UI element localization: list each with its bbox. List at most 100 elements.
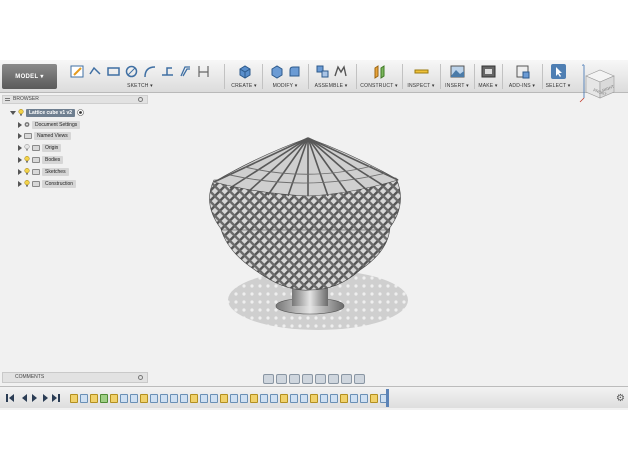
timeline-feature[interactable] — [200, 393, 208, 403]
toolbar-group-construct[interactable]: CONSTRUCT ▾ — [358, 60, 400, 93]
sketch-create-icon[interactable] — [70, 64, 85, 79]
measure-icon[interactable] — [414, 64, 429, 79]
timeline-feature[interactable] — [250, 393, 258, 403]
workspace-switcher[interactable]: MODEL ▾ — [2, 64, 57, 89]
toolbar-group-modify[interactable]: MODIFY ▾ — [264, 60, 306, 93]
toolbar-group-inspect[interactable]: INSPECT ▾ — [404, 60, 438, 93]
zoom-icon[interactable] — [302, 373, 313, 384]
timeline-feature[interactable] — [100, 393, 108, 403]
toolbar-group-make[interactable]: MAKE ▾ — [476, 60, 500, 93]
timeline-feature[interactable] — [230, 393, 238, 403]
grid-settings-icon[interactable] — [341, 373, 352, 384]
timeline-feature[interactable] — [310, 393, 318, 403]
collapse-icon[interactable] — [5, 98, 10, 101]
expand-arrow-icon[interactable] — [18, 168, 22, 175]
line-icon[interactable] — [88, 64, 103, 79]
project-icon[interactable] — [196, 64, 211, 79]
offset-icon[interactable] — [178, 64, 193, 79]
timeline-feature[interactable] — [350, 393, 358, 403]
toolbar-group-add-ins[interactable]: ADD-INS ▾ — [504, 60, 540, 93]
toolbar-group-assemble[interactable]: ASSEMBLE ▾ — [310, 60, 352, 93]
tree-root[interactable]: Lattice cube v1 v2 — [10, 108, 84, 117]
fillet-icon[interactable] — [287, 64, 302, 79]
visibility-bulb-icon[interactable] — [24, 156, 30, 163]
visibility-bulb-icon[interactable] — [18, 109, 24, 116]
timeline-feature[interactable] — [70, 393, 78, 403]
timeline-feature[interactable] — [320, 393, 328, 403]
toolbar-group-select[interactable]: SELECT ▾ — [544, 60, 572, 93]
lattice-model-viewport[interactable] — [200, 130, 430, 360]
timeline-marker[interactable] — [386, 389, 389, 407]
expand-arrow-icon[interactable] — [18, 121, 22, 128]
visibility-bulb-off-icon[interactable] — [24, 144, 30, 151]
tree-item-sketches[interactable]: Sketches — [18, 167, 69, 176]
timeline-feature[interactable] — [360, 393, 368, 403]
fit-icon[interactable] — [315, 373, 326, 384]
tree-item-origin[interactable]: Origin — [18, 143, 62, 152]
timeline-feature[interactable] — [140, 393, 148, 403]
play-icon[interactable] — [32, 394, 37, 402]
timeline-feature[interactable] — [150, 393, 158, 403]
pin-icon[interactable] — [138, 375, 143, 380]
step-previous-icon[interactable] — [22, 394, 27, 402]
offset-plane-icon[interactable] — [372, 64, 387, 79]
timeline-feature[interactable] — [160, 393, 168, 403]
go-to-start-icon[interactable] — [6, 394, 8, 402]
visibility-bulb-icon[interactable] — [24, 180, 30, 187]
circle-icon[interactable] — [124, 64, 139, 79]
look-at-icon[interactable] — [276, 373, 287, 384]
comments-panel[interactable]: COMMENTS — [2, 372, 148, 383]
document-name[interactable]: Lattice cube v1 v2 — [26, 108, 76, 117]
timeline-feature[interactable] — [120, 393, 128, 403]
visibility-bulb-icon[interactable] — [24, 168, 30, 175]
tree-item-document-settings[interactable]: Document Settings — [18, 120, 81, 129]
step-next-icon[interactable] — [43, 394, 48, 402]
display-settings-icon[interactable] — [328, 373, 339, 384]
orbit-icon[interactable] — [263, 373, 274, 384]
tree-item-named-views[interactable]: Named Views — [18, 131, 71, 140]
scripts-icon[interactable] — [515, 64, 530, 79]
3d-print-icon[interactable] — [481, 64, 496, 79]
step-forward-icon[interactable] — [52, 394, 57, 402]
expand-arrow-icon[interactable] — [10, 110, 16, 115]
tree-item-bodies[interactable]: Bodies — [18, 155, 64, 164]
pan-icon[interactable] — [289, 373, 300, 384]
timeline-feature[interactable] — [90, 393, 98, 403]
timeline-feature[interactable] — [280, 393, 288, 403]
step-back-icon[interactable] — [9, 394, 14, 402]
timeline-feature[interactable] — [220, 393, 228, 403]
timeline-feature[interactable] — [240, 393, 248, 403]
press-pull-icon[interactable] — [269, 64, 284, 79]
toolbar-group-create[interactable]: CREATE ▾ — [228, 60, 260, 93]
select-arrow-icon[interactable] — [550, 64, 566, 79]
timeline-feature[interactable] — [340, 393, 348, 403]
toolbar-group-insert[interactable]: INSERT ▾ — [442, 60, 472, 93]
timeline-feature[interactable] — [370, 393, 378, 403]
expand-arrow-icon[interactable] — [18, 156, 22, 163]
viewports-icon[interactable] — [354, 373, 365, 384]
timeline-feature[interactable] — [270, 393, 278, 403]
timeline-feature[interactable] — [180, 393, 188, 403]
insert-image-icon[interactable] — [450, 64, 465, 79]
gear-icon[interactable]: ⚙ — [616, 393, 625, 404]
viewcube[interactable]: FRONT RIGHT z — [578, 62, 622, 106]
expand-arrow-icon[interactable] — [18, 180, 22, 187]
timeline-feature[interactable] — [80, 393, 88, 403]
timeline-feature[interactable] — [190, 393, 198, 403]
expand-arrow-icon[interactable] — [18, 144, 22, 151]
rectangle-icon[interactable] — [106, 64, 121, 79]
extrude-box-icon[interactable] — [237, 64, 252, 79]
active-radio-icon[interactable] — [77, 109, 84, 116]
arc-icon[interactable] — [142, 64, 157, 79]
expand-arrow-icon[interactable] — [18, 132, 22, 139]
timeline-feature[interactable] — [110, 393, 118, 403]
timeline-feature[interactable] — [330, 393, 338, 403]
timeline-feature[interactable] — [260, 393, 268, 403]
timeline-feature[interactable] — [130, 393, 138, 403]
timeline-feature[interactable] — [290, 393, 298, 403]
browser-panel-header[interactable]: BROWSER — [2, 95, 148, 104]
tree-item-construction[interactable]: Construction — [18, 179, 77, 188]
joint-icon[interactable] — [333, 64, 348, 79]
pin-icon[interactable] — [138, 97, 143, 102]
trim-icon[interactable] — [160, 64, 175, 79]
